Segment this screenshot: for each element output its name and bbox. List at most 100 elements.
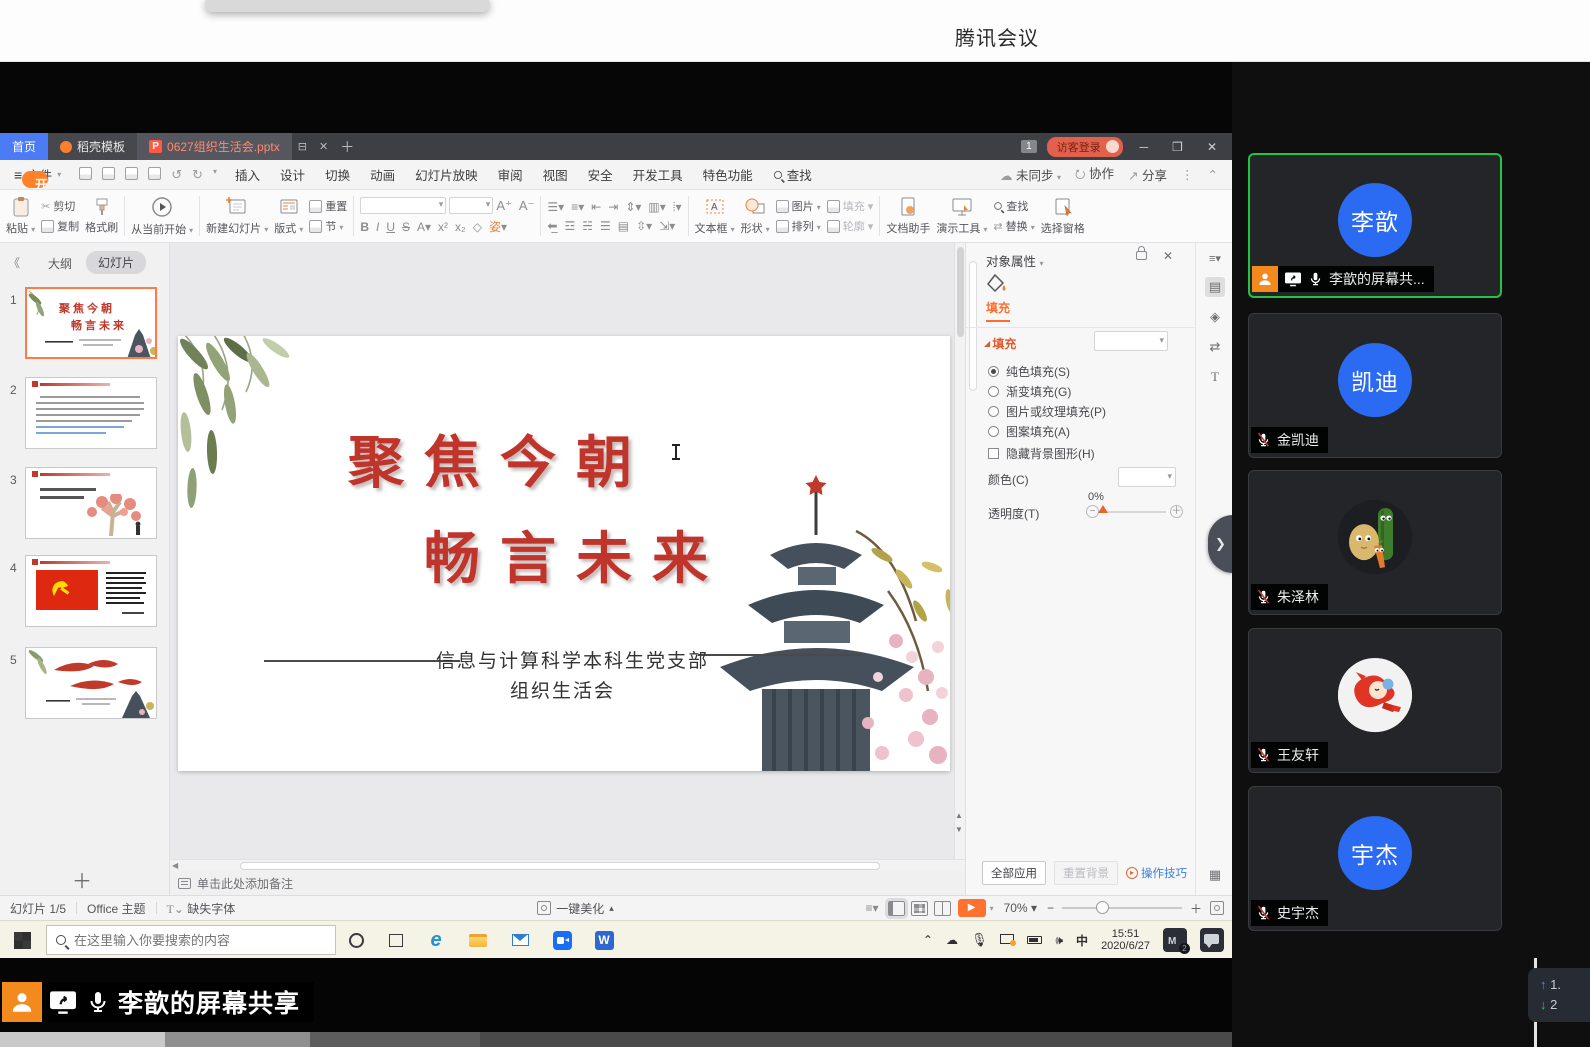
cut-button[interactable]: ✂剪切 xyxy=(41,198,79,214)
slide-title-line1[interactable]: 聚焦今朝 xyxy=(348,418,652,499)
missing-font[interactable]: T⌄ 缺失字体 xyxy=(157,900,246,917)
panel-collapse-icon[interactable]: 《 xyxy=(8,254,20,271)
menu-insert[interactable]: 插入 xyxy=(225,165,270,184)
new-slide-button[interactable]: 新建幻灯片 ▾ xyxy=(206,196,268,236)
notes-bar[interactable]: 单击此处添加备注 xyxy=(170,871,965,895)
replace-button[interactable]: ⇄替换 ▾ xyxy=(993,218,1034,234)
decrease-indent-button[interactable]: ⇤ xyxy=(591,200,601,214)
font-name-combo[interactable] xyxy=(360,197,446,214)
tab-close-icon[interactable]: ✕ xyxy=(313,133,334,160)
text-effect-button[interactable]: 姿▾ xyxy=(489,218,507,235)
meeting-overlay-icon[interactable]: M2 xyxy=(1163,928,1187,952)
font-color-button[interactable]: A▾ xyxy=(417,220,431,234)
rail-properties-icon[interactable]: ▤ xyxy=(1205,277,1225,297)
tab-outline[interactable]: 大纲 xyxy=(48,255,72,272)
tray-mic-icon[interactable]: 🎙 xyxy=(971,932,988,948)
vertical-scrollbar[interactable]: ▲▼ xyxy=(954,243,965,859)
slide-subtitle-1[interactable]: 信息与计算科学本科生党支部 xyxy=(436,646,709,673)
horizontal-scroll-thumb[interactable] xyxy=(240,862,880,870)
v-align-button[interactable]: ⇳▾ xyxy=(636,219,652,233)
rail-list-icon[interactable]: ≡▾ xyxy=(1205,249,1225,269)
present-tools-button[interactable]: 演示工具 ▾ xyxy=(936,196,987,236)
props-scrollbar[interactable] xyxy=(969,261,977,391)
slide-thumbnail-3[interactable] xyxy=(25,467,157,539)
slide-thumbnail-4[interactable] xyxy=(25,555,157,627)
transparency-slider[interactable] xyxy=(1104,511,1166,513)
font-size-combo[interactable] xyxy=(449,197,493,214)
horizontal-scrollbar[interactable]: ◀ xyxy=(170,859,965,871)
edge-icon[interactable]: e xyxy=(424,928,448,952)
reset-button[interactable]: 重置 xyxy=(309,198,347,214)
italic-button[interactable]: I xyxy=(376,220,379,234)
rail-text-icon[interactable]: T xyxy=(1205,367,1225,387)
tips-link[interactable]: ▸操作技巧 xyxy=(1126,865,1187,881)
notes-toggle-icon[interactable]: ≡▾ xyxy=(866,901,879,915)
participant-tile-zhuzelin[interactable]: 朱泽林 xyxy=(1248,470,1502,615)
tray-display-icon[interactable] xyxy=(1000,933,1014,947)
menu-view[interactable]: 视图 xyxy=(533,165,578,184)
slide-thumbnail-1[interactable]: 聚焦今朝 畅言未来 xyxy=(25,287,157,359)
align-left-button[interactable]: ⬅̲ xyxy=(547,219,557,233)
chat-overlay-icon[interactable] xyxy=(1200,928,1224,952)
task-view-icon[interactable] xyxy=(384,928,408,952)
menu-transition[interactable]: 切换 xyxy=(315,165,360,184)
rail-grid-icon[interactable]: ▦ xyxy=(1205,865,1225,885)
wps-icon[interactable]: W xyxy=(592,928,616,952)
selection-pane-button[interactable]: 选择窗格 xyxy=(1041,196,1085,236)
lock-icon[interactable] xyxy=(1136,251,1147,260)
redo-icon[interactable]: ↻ xyxy=(192,167,203,183)
menu-slideshow[interactable]: 幻灯片放映 xyxy=(405,165,488,184)
fill-tab[interactable]: 填充 xyxy=(986,299,1010,322)
tab-home[interactable]: 首页 xyxy=(0,133,48,160)
tab-docer[interactable]: 稻壳模板 xyxy=(48,133,137,160)
share-button[interactable]: ↗ 分享 xyxy=(1128,165,1167,184)
transparency-slider-thumb[interactable] xyxy=(1098,505,1108,513)
ribbon-find-button[interactable]: 查找 xyxy=(993,198,1034,214)
numbering-button[interactable]: ≡▾ xyxy=(571,200,584,214)
apply-all-button[interactable]: 全部应用 xyxy=(982,861,1046,885)
sync-status[interactable]: ☁ 未同步 ▾ xyxy=(1000,165,1061,184)
props-title[interactable]: 对象属性 ▾ xyxy=(986,251,1044,270)
color-combo[interactable] xyxy=(1118,467,1176,487)
panel-expand-handle[interactable]: ❯ xyxy=(1208,515,1233,573)
tab-pin-icon[interactable]: ⊟ xyxy=(292,133,313,160)
align-center-button[interactable]: ☲ xyxy=(564,219,575,233)
reading-view-button[interactable] xyxy=(934,901,951,916)
increase-indent-button[interactable]: ⇥ xyxy=(608,200,618,214)
rail-animation-icon[interactable]: ⇄ xyxy=(1205,337,1225,357)
props-close-icon[interactable]: ✕ xyxy=(1163,249,1173,263)
zoom-slider[interactable] xyxy=(1062,907,1182,909)
format-painter-button[interactable]: 格式刷 xyxy=(85,197,118,235)
picture-button[interactable]: 图片 ▾ xyxy=(776,198,821,214)
clear-format-button[interactable]: ◇ xyxy=(473,220,482,234)
rail-effects-icon[interactable]: ◈ xyxy=(1205,307,1225,327)
option-solid-fill[interactable]: 纯色填充(S) xyxy=(988,363,1070,380)
zoom-slider-thumb[interactable] xyxy=(1096,901,1109,914)
next-slide-button[interactable]: ▼ xyxy=(954,823,964,837)
copy-button[interactable]: 复制 xyxy=(41,218,79,234)
slideshow-play-button[interactable]: ▶ xyxy=(958,899,986,917)
tray-cloud-icon[interactable]: ☁ xyxy=(946,933,958,947)
minimize-button[interactable]: ─ xyxy=(1133,140,1156,154)
normal-view-button[interactable] xyxy=(888,901,905,916)
shapes-button[interactable]: 形状 ▾ xyxy=(741,196,770,236)
increase-font-button[interactable]: A⁺ xyxy=(496,198,512,214)
restore-button[interactable]: ❒ xyxy=(1165,140,1190,154)
fill-button[interactable]: 填充 ▾ xyxy=(827,198,874,214)
zoom-out-button[interactable]: − xyxy=(1047,901,1054,915)
menu-review[interactable]: 审阅 xyxy=(488,165,533,184)
play-from-current-button[interactable]: 从当前开始 ▾ xyxy=(131,195,193,237)
slide-thumbnail-5[interactable] xyxy=(25,647,157,719)
slide-sorter-button[interactable] xyxy=(911,901,928,916)
prev-slide-button[interactable]: ▲ xyxy=(954,809,964,823)
reset-background-button[interactable]: 重置背景 xyxy=(1054,861,1118,885)
option-gradient-fill[interactable]: 渐变填充(G) xyxy=(988,383,1071,400)
distribute-button[interactable]: ▤ xyxy=(618,219,629,233)
tab-slides[interactable]: 幻灯片 xyxy=(86,251,146,274)
option-picture-fill[interactable]: 图片或纹理填充(P) xyxy=(988,403,1106,420)
tab-document[interactable]: P0627组织生活会.pptx xyxy=(137,133,292,160)
arrange-button[interactable]: 排列 ▾ xyxy=(776,218,821,234)
participant-tile-shiyujie[interactable]: 宇杰 史宇杰 xyxy=(1248,786,1502,931)
menu-design[interactable]: 设计 xyxy=(270,165,315,184)
print-icon[interactable] xyxy=(125,167,138,180)
